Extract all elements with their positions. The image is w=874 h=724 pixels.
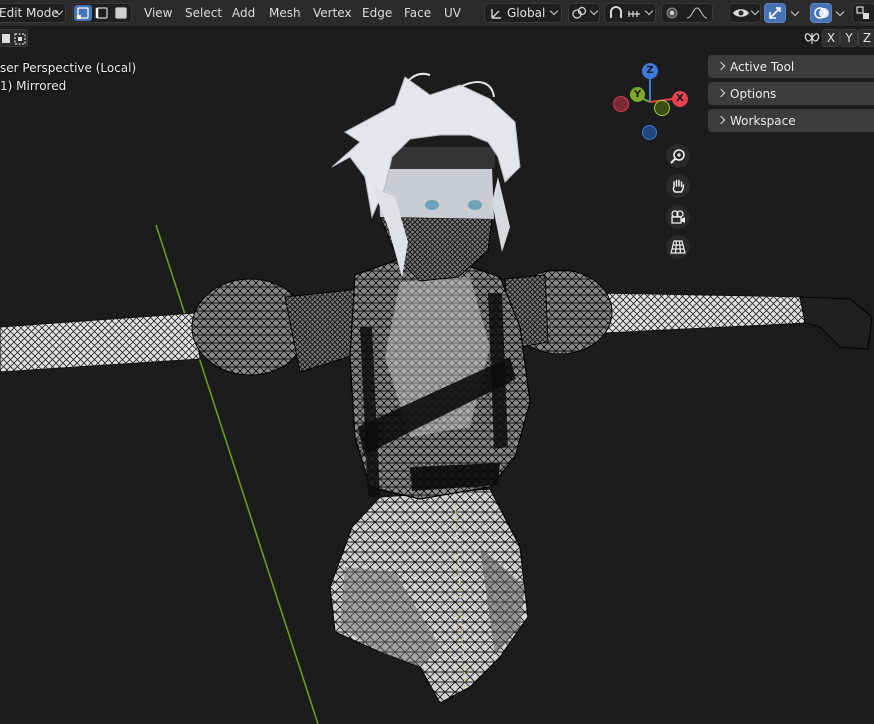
gizmo-neg-y-axis[interactable]: [654, 100, 670, 116]
panel-label: Options: [730, 87, 777, 101]
menu-mesh[interactable]: Mesh: [269, 6, 301, 20]
right-arm-mesh: [599, 292, 809, 334]
menu-select[interactable]: Select: [185, 6, 222, 20]
gizmo-y-label: Y: [633, 89, 642, 100]
overlay-icon: [813, 5, 831, 24]
hand-pan-icon: [672, 179, 685, 193]
zoom-button[interactable]: [666, 144, 690, 168]
panel-workspace[interactable]: Workspace: [708, 109, 874, 132]
navigation-gizmo[interactable]: Z Y X: [605, 60, 695, 142]
left-arm-mesh: [0, 312, 201, 373]
panel-active-tool[interactable]: Active Tool: [708, 55, 874, 78]
gizmo-toggle-icon: [767, 5, 785, 24]
chevron-down-icon: [751, 8, 759, 16]
face-select-icon[interactable]: [112, 5, 130, 21]
gizmo-x-axis[interactable]: X: [672, 91, 688, 107]
menu-uv[interactable]: UV: [444, 6, 461, 20]
selectability-visibility-dropdown[interactable]: [729, 3, 761, 23]
grid-perspective-icon: [670, 240, 686, 254]
proportional-edit-icon[interactable]: [665, 6, 681, 23]
orientation-label: Global: [507, 6, 546, 20]
chevron-right-icon: [716, 61, 726, 71]
menu-view[interactable]: View: [144, 6, 172, 20]
overlay-toggle-button[interactable]: [810, 3, 832, 23]
panel-label: Workspace: [730, 114, 796, 128]
chevron-down-icon: [550, 8, 558, 16]
menu-add[interactable]: Add: [232, 6, 255, 20]
gizmo-y-axis[interactable]: Y: [630, 87, 645, 102]
gizmo-neg-z-axis[interactable]: [642, 125, 657, 140]
mode-dropdown[interactable]: Edit Mode: [0, 3, 66, 23]
gizmo-z-axis[interactable]: Z: [642, 63, 658, 79]
snap-group[interactable]: [604, 3, 656, 23]
viewport-header: Edit Mode View Select Add Mesh Vertex Ed…: [0, 0, 874, 27]
pivot-point-dropdown[interactable]: [568, 3, 600, 23]
hand-mesh: [799, 296, 873, 350]
camera-view-button[interactable]: [666, 205, 690, 229]
snap-icon[interactable]: [607, 5, 625, 24]
pan-button[interactable]: [666, 174, 690, 198]
edge-select-icon[interactable]: [93, 5, 111, 21]
gizmo-x-label: X: [676, 93, 684, 104]
xray-toggle-button[interactable]: [852, 3, 874, 23]
chevron-down-icon: [590, 8, 598, 16]
gizmo-z-label: Z: [646, 65, 654, 76]
proportional-edit-group[interactable]: [661, 3, 713, 23]
menu-vertex[interactable]: Vertex: [313, 6, 352, 20]
chevron-down-icon: [645, 8, 653, 16]
camera-icon: [671, 210, 685, 224]
select-mode-group: [72, 3, 132, 23]
visibility-icon: [732, 6, 750, 23]
chevron-right-icon: [716, 88, 726, 98]
chevron-right-icon: [716, 115, 726, 125]
overlay-dropdown-chevron-icon[interactable]: [836, 9, 844, 17]
toggle-perspective-button[interactable]: [666, 235, 690, 259]
object-name-label: 1) Mirrored: [0, 79, 67, 93]
vertex-select-icon[interactable]: [74, 5, 92, 21]
zoom-icon: [670, 149, 685, 164]
chevron-down-icon: [55, 8, 63, 16]
mode-label: Edit Mode: [0, 6, 59, 20]
menu-edge[interactable]: Edge: [362, 6, 392, 20]
menu-face[interactable]: Face: [404, 6, 431, 20]
transform-orientation-dropdown[interactable]: Global: [484, 3, 562, 23]
gizmo-dropdown-chevron-icon[interactable]: [791, 9, 799, 17]
falloff-icon[interactable]: [686, 6, 710, 23]
pivot-icon: [571, 6, 587, 23]
view-perspective-label: ser Perspective (Local): [0, 61, 137, 75]
panel-options[interactable]: Options: [708, 82, 874, 105]
transform-orientation-icon: [489, 6, 503, 23]
gizmo-toggle-button[interactable]: [764, 3, 786, 23]
increment-icon[interactable]: [626, 5, 642, 24]
xray-icon: [856, 6, 872, 23]
panel-label: Active Tool: [730, 60, 795, 74]
gizmo-neg-x-axis[interactable]: [613, 96, 629, 112]
